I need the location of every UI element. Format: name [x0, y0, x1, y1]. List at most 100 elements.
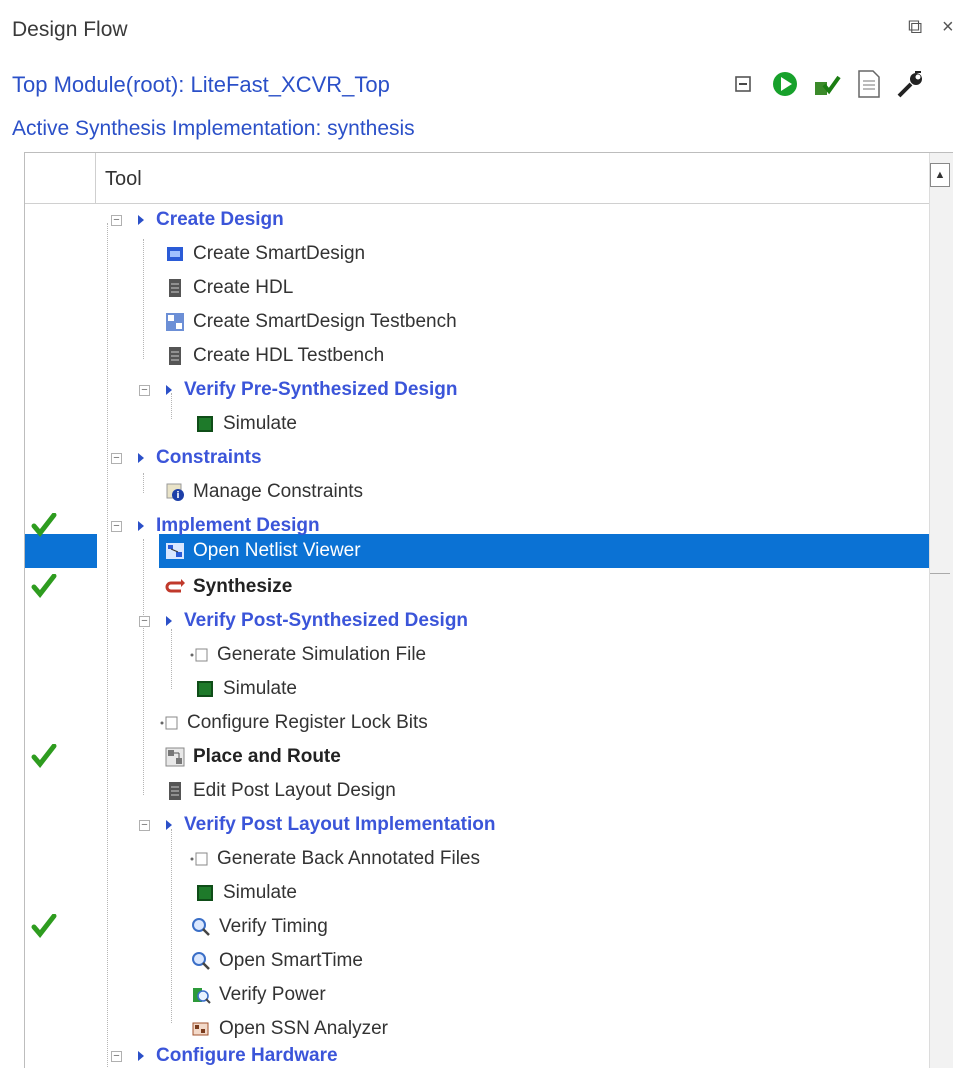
restore-icon[interactable]: ⧉ [908, 16, 922, 39]
check-icon [31, 743, 61, 770]
item-label: Open Netlist Viewer [193, 540, 361, 561]
tree-row[interactable]: Configure Register Lock Bits [25, 706, 929, 740]
item-label: Create SmartDesign Testbench [193, 311, 457, 332]
item-label: Simulate [223, 678, 297, 699]
close-icon[interactable]: × [942, 16, 954, 39]
item-label: Edit Post Layout Design [193, 780, 396, 801]
item-label: Verify Power [219, 984, 326, 1005]
tree-row[interactable]: Simulate [25, 672, 929, 706]
tree-row[interactable]: Create SmartDesign Testbench [25, 305, 929, 339]
item-label: Create HDL [193, 277, 294, 298]
tool-options-icon[interactable] [894, 67, 928, 101]
tree-row[interactable]: − Create Design [25, 203, 929, 237]
ssn-analyzer-icon [191, 1019, 211, 1039]
smartdesign-icon [165, 244, 185, 264]
collapse-toggle-icon[interactable]: − [139, 819, 150, 831]
tree-row[interactable]: Place and Route [25, 740, 929, 774]
item-label: Create HDL Testbench [193, 345, 385, 366]
collapse-all-icon[interactable] [726, 67, 760, 101]
triangle-icon [138, 521, 144, 531]
item-label: Simulate [223, 882, 297, 903]
report-icon[interactable] [852, 67, 886, 101]
collapse-toggle-icon[interactable]: − [111, 452, 122, 464]
item-label: Open SSN Analyzer [219, 1018, 388, 1039]
tree-row[interactable]: − Verify Pre-Synthesized Design [25, 373, 929, 407]
collapse-toggle-icon[interactable]: − [111, 1050, 122, 1062]
tree-row[interactable]: Create HDL [25, 271, 929, 305]
tree-row[interactable]: − Verify Post-Synthesized Design [25, 604, 929, 638]
status-column-header[interactable] [25, 153, 96, 203]
synthesize-icon [165, 577, 185, 597]
tree-row[interactable]: Verify Timing [25, 910, 929, 944]
generate-file-icon [189, 645, 209, 665]
design-flow-panel: Design Flow ⧉ × Top Module(root): LiteFa… [0, 0, 977, 1068]
tree-row[interactable]: − Configure Hardware [25, 1039, 929, 1068]
triangle-icon [166, 616, 172, 626]
edit-post-layout-icon [165, 781, 185, 801]
triangle-icon [138, 453, 144, 463]
collapse-toggle-icon[interactable]: − [139, 384, 150, 396]
group-label: Configure Hardware [156, 1045, 338, 1066]
tree-row[interactable]: Simulate [25, 876, 929, 910]
triangle-icon [138, 1051, 144, 1061]
simulate-icon [195, 883, 215, 903]
tree-row[interactable]: Edit Post Layout Design [25, 774, 929, 808]
scrollbar-thumb[interactable] [930, 193, 950, 574]
triangle-icon [138, 215, 144, 225]
item-label: Place and Route [193, 746, 341, 767]
hdl-testbench-icon [165, 346, 185, 366]
item-label: Configure Register Lock Bits [187, 712, 428, 733]
scroll-up-icon[interactable]: ▲ [930, 163, 950, 187]
lock-bits-icon [159, 713, 179, 733]
tree-row[interactable]: − Constraints [25, 441, 929, 475]
group-label: Constraints [156, 447, 262, 468]
generate-file-icon [189, 849, 209, 869]
hdl-icon [165, 278, 185, 298]
panel-title: Design Flow [12, 18, 128, 41]
item-label: Verify Timing [219, 916, 328, 937]
group-label: Verify Post Layout Implementation [184, 814, 496, 835]
collapse-toggle-icon[interactable]: − [111, 214, 122, 226]
item-label: Open SmartTime [219, 950, 363, 971]
netlist-viewer-icon [165, 541, 185, 561]
item-label: Generate Back Annotated Files [217, 848, 480, 869]
manage-constraints-icon [165, 482, 185, 502]
tree-row[interactable]: Generate Back Annotated Files [25, 842, 929, 876]
tree-row[interactable]: Verify Power [25, 978, 929, 1012]
tree-row[interactable]: Open SmartTime [25, 944, 929, 978]
tree-row[interactable]: Simulate [25, 407, 929, 441]
triangle-icon [166, 820, 172, 830]
tool-column-header[interactable]: Tool [105, 168, 142, 191]
tree-header: Tool [25, 153, 929, 204]
run-icon[interactable] [768, 67, 802, 101]
simulate-icon [195, 414, 215, 434]
group-label: Verify Post-Synthesized Design [184, 610, 469, 631]
triangle-icon [166, 385, 172, 395]
tree-row-selected[interactable]: Open Netlist Viewer [25, 534, 929, 568]
group-label: Create Design [156, 209, 284, 230]
item-label: Simulate [223, 413, 297, 434]
power-icon [191, 985, 211, 1005]
tree-row[interactable]: Create SmartDesign [25, 237, 929, 271]
top-module-link[interactable]: Top Module(root): LiteFast_XCVR_Top [12, 72, 390, 98]
tree-row[interactable]: Generate Simulation File [25, 638, 929, 672]
tree-row[interactable]: Synthesize [25, 570, 929, 604]
tree-row[interactable]: − Verify Post Layout Implementation [25, 808, 929, 842]
tree-row[interactable]: Manage Constraints [25, 475, 929, 509]
timing-magnifier-icon [191, 917, 211, 937]
panel-titlebar: Design Flow ⧉ × [0, 0, 977, 60]
item-label: Create SmartDesign [193, 243, 366, 264]
group-label: Verify Pre-Synthesized Design [184, 379, 458, 400]
tree-row[interactable]: Create HDL Testbench [25, 339, 929, 373]
item-label: Synthesize [193, 576, 293, 597]
flow-tree: Tool ▲ − Create Design Create SmartDesig… [24, 152, 953, 1068]
item-label: Manage Constraints [193, 481, 364, 502]
clean-run-icon[interactable] [810, 67, 844, 101]
check-icon [31, 913, 61, 940]
toolbar [726, 64, 928, 104]
check-icon [31, 573, 61, 600]
collapse-toggle-icon[interactable]: − [111, 520, 122, 532]
collapse-toggle-icon[interactable]: − [139, 615, 150, 627]
simulate-icon [195, 679, 215, 699]
active-synthesis-link[interactable]: Active Synthesis Implementation: synthes… [12, 117, 415, 141]
